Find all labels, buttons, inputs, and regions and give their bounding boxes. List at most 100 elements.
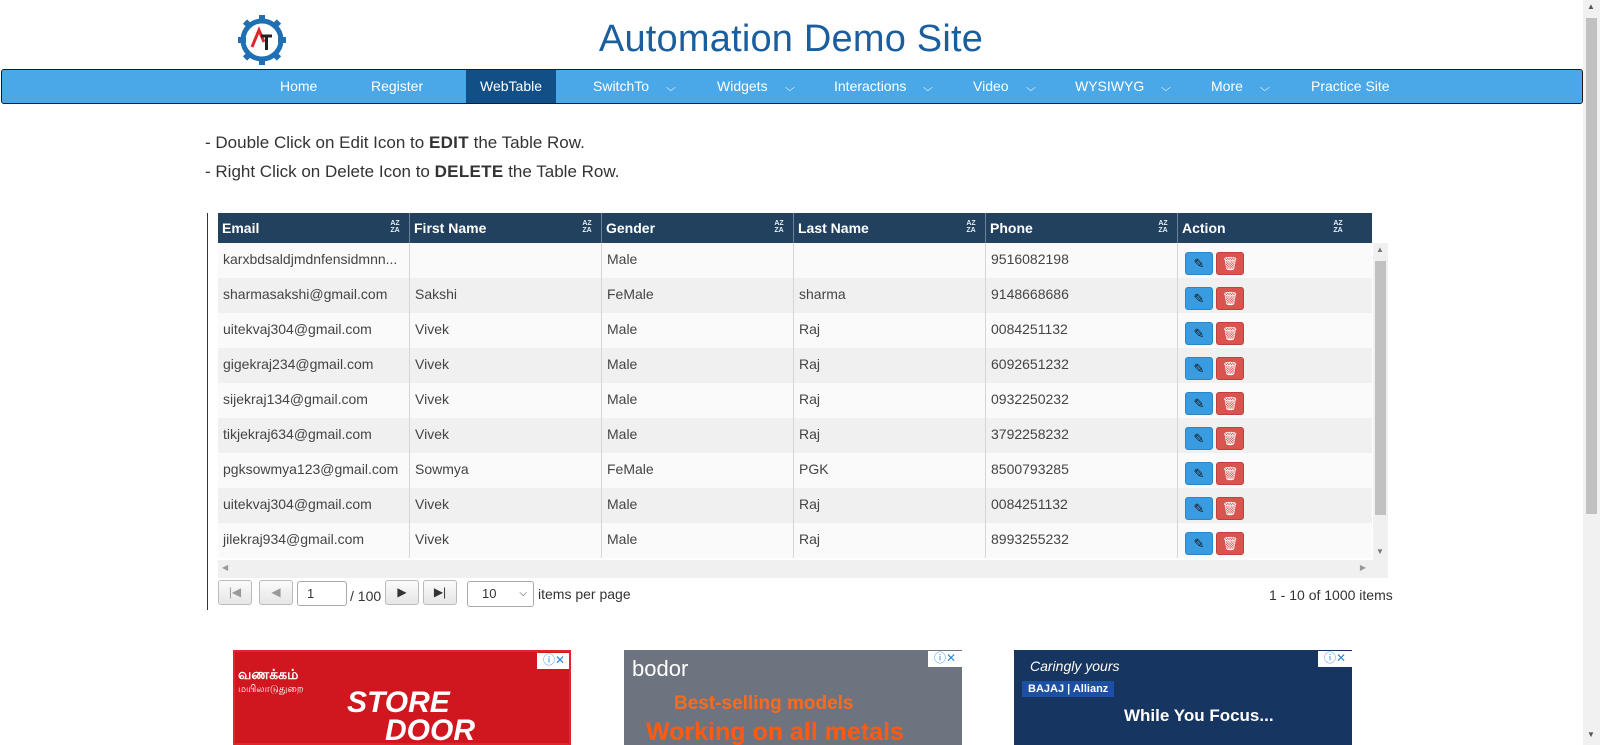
pencil-icon: ✎	[1193, 466, 1205, 481]
column-header-action[interactable]: Action AZ ZA	[1178, 213, 1372, 243]
cell-email: karxbdsaldjmdnfensidmnn...	[218, 243, 410, 278]
nav-webtable[interactable]: WebTable	[466, 70, 557, 103]
scroll-left-icon[interactable]: ◀	[222, 563, 228, 572]
nav-video-label: Video	[973, 78, 1009, 94]
cell-last-name: Raj	[794, 523, 986, 558]
sort-alpha-icon[interactable]: AZ ZA	[389, 220, 401, 234]
sort-alpha-icon[interactable]: AZ ZA	[1332, 220, 1344, 234]
edit-row-button[interactable]: ✎	[1185, 322, 1213, 345]
cell-action: ✎ 🗑	[1178, 348, 1372, 383]
ad-info-icon[interactable]: ⓘ✕	[537, 653, 569, 669]
cell-first-name: Vivek	[410, 488, 602, 523]
instruction-text: the Table Row.	[468, 133, 585, 152]
edit-row-button[interactable]: ✎	[1185, 287, 1213, 310]
scroll-right-icon[interactable]: ▶	[1360, 563, 1366, 572]
instruction-keyword: EDIT	[428, 133, 469, 152]
cell-phone: 3792258232	[986, 418, 1178, 453]
column-label: Phone	[990, 220, 1033, 236]
ad-info-icon[interactable]: ⓘ✕	[928, 651, 962, 667]
delete-row-button[interactable]: 🗑	[1216, 462, 1244, 485]
pencil-icon: ✎	[1193, 361, 1205, 376]
sort-alpha-icon[interactable]: AZ ZA	[1157, 220, 1169, 234]
nav-interactions[interactable]: Interactions ⌵	[820, 70, 946, 103]
cell-gender: Male	[602, 523, 794, 558]
delete-row-button[interactable]: 🗑	[1216, 392, 1244, 415]
cell-first-name: Vivek	[410, 418, 602, 453]
scroll-down-icon[interactable]: ▼	[1376, 547, 1384, 556]
nav-switchto[interactable]: SwitchTo ⌵	[579, 70, 689, 103]
table-vertical-scrollbar[interactable]: ▲ ▼	[1373, 243, 1388, 560]
delete-row-button[interactable]: 🗑	[1216, 287, 1244, 310]
nav-register[interactable]: Register	[357, 70, 437, 103]
column-header-last-name[interactable]: Last Name AZ ZA	[794, 213, 986, 243]
cell-gender: FeMale	[602, 278, 794, 313]
cell-first-name: Sakshi	[410, 278, 602, 313]
page-scrollbar[interactable]: ▲ ▼	[1583, 0, 1600, 745]
delete-row-button[interactable]: 🗑	[1216, 497, 1244, 520]
pencil-icon: ✎	[1193, 501, 1205, 516]
nav-widgets[interactable]: Widgets ⌵	[703, 70, 807, 103]
nav-home[interactable]: Home	[266, 70, 331, 103]
scroll-up-icon[interactable]: ▲	[1587, 2, 1595, 11]
ad-text: While You Focus...	[1124, 706, 1274, 725]
column-header-phone[interactable]: Phone AZ ZA	[986, 213, 1178, 243]
cell-phone: 9516082198	[986, 243, 1178, 278]
nav-video[interactable]: Video ⌵	[959, 70, 1048, 103]
sort-alpha-icon[interactable]: AZ ZA	[965, 220, 977, 234]
page-scroll-thumb[interactable]	[1586, 18, 1597, 514]
column-header-email[interactable]: Email AZ ZA	[218, 213, 410, 243]
delete-row-button[interactable]: 🗑	[1216, 322, 1244, 345]
column-header-first-name[interactable]: First Name AZ ZA	[410, 213, 602, 243]
edit-row-button[interactable]: ✎	[1185, 532, 1213, 555]
edit-row-button[interactable]: ✎	[1185, 497, 1213, 520]
chevron-down-icon: ⌵	[923, 83, 934, 94]
table-row: sijekraj134@gmail.com Vivek Male Raj 0932250…	[218, 383, 1372, 418]
advertisement-banner[interactable]: ⓘ✕ Caringly yours BAJAJ | Allianz While …	[1014, 650, 1352, 745]
previous-page-button[interactable]: ◀	[259, 580, 293, 605]
column-header-gender[interactable]: Gender AZ ZA	[602, 213, 794, 243]
scroll-down-icon[interactable]: ▼	[1587, 730, 1595, 739]
scroll-up-icon[interactable]: ▲	[1376, 245, 1384, 254]
column-label: Gender	[606, 220, 656, 236]
chevron-down-icon: ⌵	[784, 83, 795, 94]
next-page-button[interactable]: ▶	[385, 580, 419, 605]
delete-row-button[interactable]: 🗑	[1216, 427, 1244, 450]
first-page-button[interactable]: |◀	[218, 580, 252, 605]
advertisement-banner[interactable]: ⓘ✕ bodor Best-selling models Working on …	[624, 650, 962, 745]
page-size-select[interactable]: 10 ⌵	[467, 581, 534, 607]
cell-first-name: Vivek	[410, 313, 602, 348]
instruction-delete: - Right Click on Delete Icon to DELETE t…	[205, 162, 619, 182]
delete-row-button[interactable]: 🗑	[1216, 357, 1244, 380]
pencil-icon: ✎	[1193, 536, 1205, 551]
ad-text: Caringly yours	[1030, 658, 1120, 674]
pencil-icon: ✎	[1193, 396, 1205, 411]
table-horizontal-scrollbar[interactable]: ◀ ▶	[218, 560, 1388, 578]
delete-row-button[interactable]: 🗑	[1216, 532, 1244, 555]
scroll-thumb[interactable]	[1375, 261, 1386, 515]
sort-alpha-icon[interactable]: AZ ZA	[773, 220, 785, 234]
trash-icon: 🗑	[1221, 361, 1239, 376]
cell-gender: Male	[602, 243, 794, 278]
ad-info-icon[interactable]: ⓘ✕	[1318, 651, 1352, 667]
nav-interactions-label: Interactions	[834, 78, 907, 94]
trash-icon: 🗑	[1221, 536, 1239, 551]
page-number-input[interactable]	[297, 581, 347, 606]
last-page-button[interactable]: ▶|	[423, 580, 457, 605]
edit-row-button[interactable]: ✎	[1185, 462, 1213, 485]
nav-practice-site[interactable]: Practice Site	[1297, 70, 1404, 103]
sort-alpha-icon[interactable]: AZ ZA	[581, 220, 593, 234]
edit-row-button[interactable]: ✎	[1185, 252, 1213, 275]
table-row: karxbdsaldjmdnfensidmnn... Male 9516082198…	[218, 243, 1372, 278]
ad-text: BAJAJ | Allianz	[1022, 681, 1115, 697]
edit-row-button[interactable]: ✎	[1185, 392, 1213, 415]
cell-phone: 0932250232	[986, 383, 1178, 418]
nav-more[interactable]: More ⌵	[1197, 70, 1283, 103]
delete-row-button[interactable]: 🗑	[1216, 252, 1244, 275]
column-label: Last Name	[798, 220, 869, 236]
cell-phone: 6092651232	[986, 348, 1178, 383]
edit-row-button[interactable]: ✎	[1185, 427, 1213, 450]
edit-row-button[interactable]: ✎	[1185, 357, 1213, 380]
nav-wysiwyg[interactable]: WYSIWYG ⌵	[1061, 70, 1184, 103]
advertisement-banner[interactable]: ⓘ✕ வணக்கம் மயிலாடுதுறை STORE DOOR	[233, 650, 571, 745]
instruction-keyword: DELETE	[434, 162, 504, 181]
